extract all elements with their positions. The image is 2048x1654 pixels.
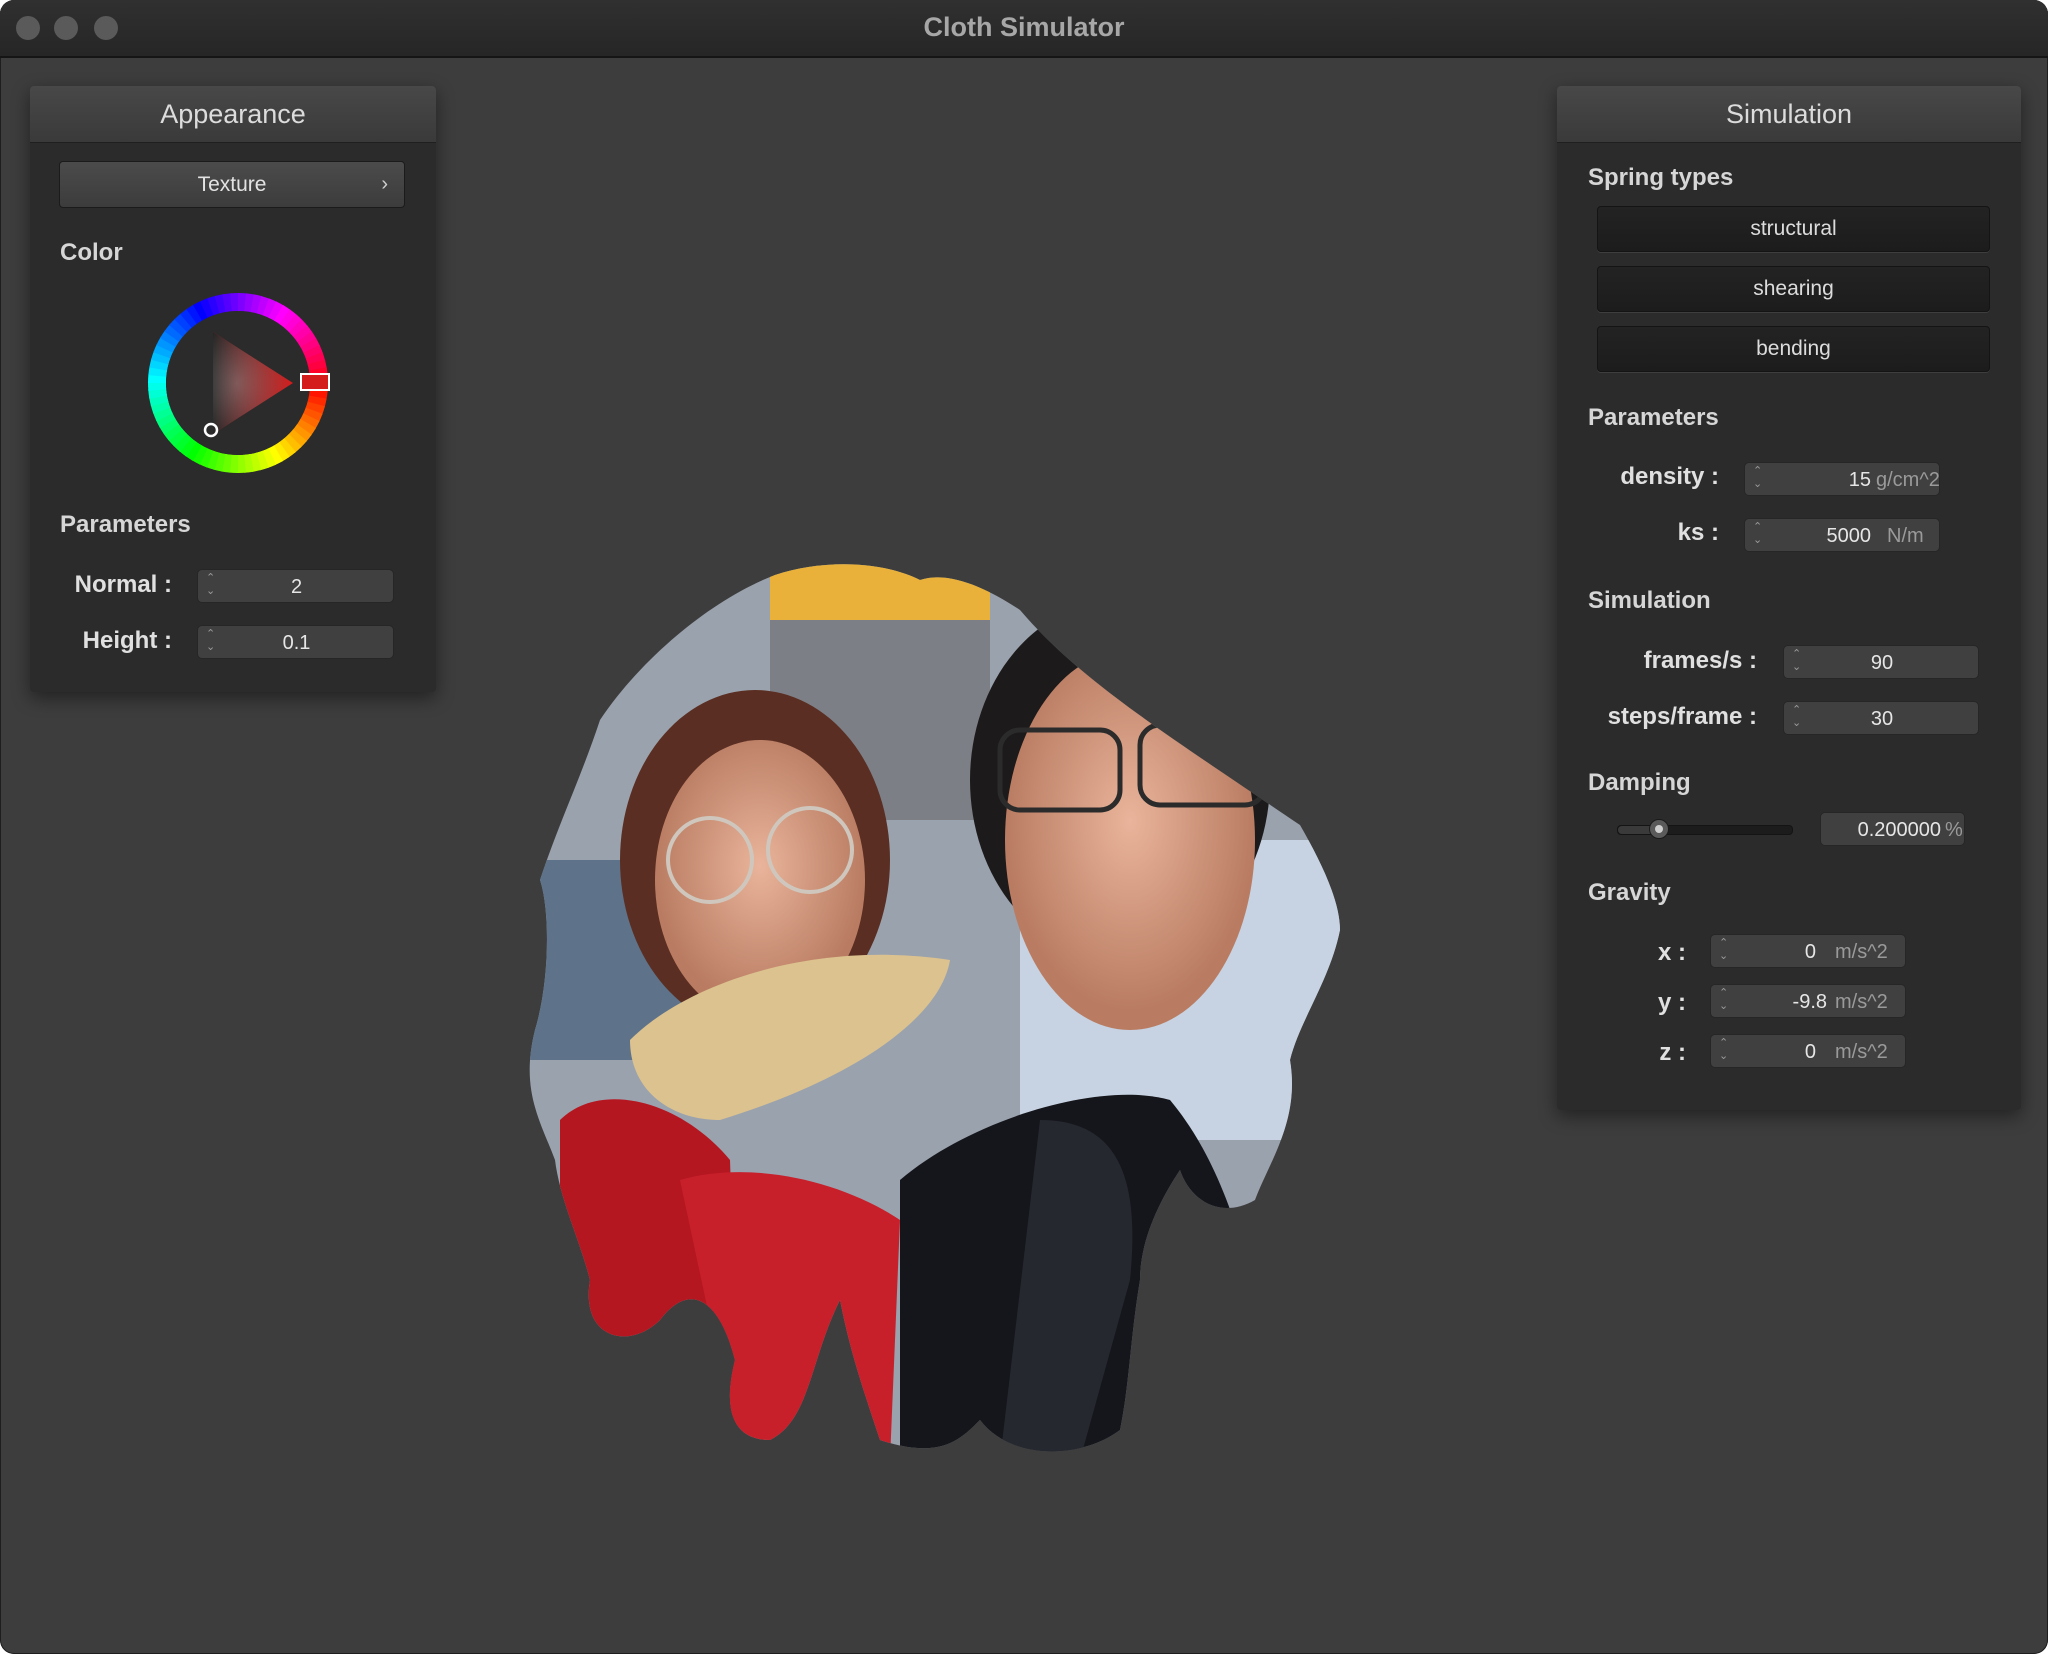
gravity-y-input[interactable]: ⌃ ⌄ -9.8 m/s^2	[1710, 984, 1906, 1018]
ks-value: 5000	[1826, 525, 1872, 547]
structural-toggle[interactable]: structural	[1597, 206, 1990, 252]
normal-label: Normal :	[74, 571, 172, 598]
gravity-x-unit: m/s^2	[1835, 941, 1888, 963]
spinner-icon[interactable]: ⌃ ⌄	[1753, 521, 1765, 547]
normal-value: 2	[290, 576, 303, 598]
damping-slider-knob[interactable]	[1648, 819, 1669, 839]
steps-value: 30	[1870, 708, 1894, 730]
appearance-panel-title: Appearance	[30, 86, 436, 143]
spinner-icon[interactable]: ⌃ ⌄	[1719, 987, 1731, 1013]
ks-unit: N/m	[1887, 525, 1924, 547]
gravity-y-label: y :	[1657, 989, 1686, 1016]
texture-button-label: Texture	[197, 173, 267, 196]
app-window: Cloth Simulator Appearance Texture › Col…	[0, 0, 2048, 1654]
chevron-right-icon: ›	[381, 173, 388, 195]
steps-input[interactable]: ⌃ ⌄ 30	[1783, 701, 1979, 735]
damping-heading: Damping	[1588, 769, 1691, 796]
density-label: density :	[1620, 463, 1719, 490]
texture-button[interactable]: Texture ›	[59, 161, 405, 208]
fps-input[interactable]: ⌃ ⌄ 90	[1783, 645, 1979, 679]
gravity-heading: Gravity	[1588, 879, 1671, 906]
cloth-viewport[interactable]	[520, 560, 1370, 1460]
fps-label: frames/s :	[1643, 647, 1757, 674]
height-value: 0.1	[282, 632, 311, 654]
spring-types-heading: Spring types	[1588, 164, 1734, 191]
simulation-heading: Simulation	[1588, 587, 1711, 614]
gravity-y-unit: m/s^2	[1835, 991, 1888, 1013]
density-unit: g/cm^2	[1876, 469, 1940, 491]
density-value: 15	[1848, 469, 1871, 491]
normal-input[interactable]: ⌃ ⌄ 2	[197, 569, 394, 603]
window-title: Cloth Simulator	[923, 12, 1125, 42]
damping-unit: %	[1945, 819, 1963, 841]
ks-label: ks :	[1677, 519, 1719, 546]
spinner-icon[interactable]: ⌃ ⌄	[1753, 465, 1765, 491]
gravity-y-value: -9.8	[1792, 991, 1827, 1013]
density-input[interactable]: ⌃ ⌄ 15 g/cm^2	[1744, 462, 1940, 496]
damping-slider-track[interactable]	[1617, 819, 1793, 839]
color-wheel[interactable]	[145, 290, 331, 476]
ks-input[interactable]: ⌃ ⌄ 5000 N/m	[1744, 518, 1940, 552]
steps-label: steps/frame :	[1607, 703, 1757, 730]
shearing-toggle[interactable]: shearing	[1597, 266, 1990, 312]
title-bar: Cloth Simulator	[0, 0, 2048, 58]
fps-value: 90	[1870, 652, 1894, 674]
gravity-z-label: z :	[1659, 1039, 1686, 1066]
gravity-x-input[interactable]: ⌃ ⌄ 0 m/s^2	[1710, 934, 1906, 968]
height-label: Height :	[82, 627, 172, 654]
gravity-x-value: 0	[1804, 941, 1816, 963]
bending-toggle[interactable]: bending	[1597, 326, 1990, 372]
color-heading: Color	[60, 239, 123, 266]
gravity-z-unit: m/s^2	[1835, 1041, 1888, 1063]
damping-value: 0.200000	[1857, 819, 1941, 841]
gravity-z-input[interactable]: ⌃ ⌄ 0 m/s^2	[1710, 1034, 1906, 1068]
spinner-icon[interactable]: ⌃ ⌄	[1719, 937, 1731, 963]
appearance-parameters-heading: Parameters	[60, 511, 191, 538]
spinner-icon[interactable]: ⌃ ⌄	[1719, 1037, 1731, 1063]
damping-input[interactable]: 0.200000 %	[1820, 812, 1965, 846]
height-input[interactable]: ⌃ ⌄ 0.1	[197, 625, 394, 659]
gravity-x-label: x :	[1657, 939, 1686, 966]
hue-handle[interactable]	[300, 373, 330, 391]
sim-parameters-heading: Parameters	[1588, 404, 1719, 431]
gravity-z-value: 0	[1804, 1041, 1816, 1063]
simulation-panel-title: Simulation	[1557, 86, 2021, 143]
